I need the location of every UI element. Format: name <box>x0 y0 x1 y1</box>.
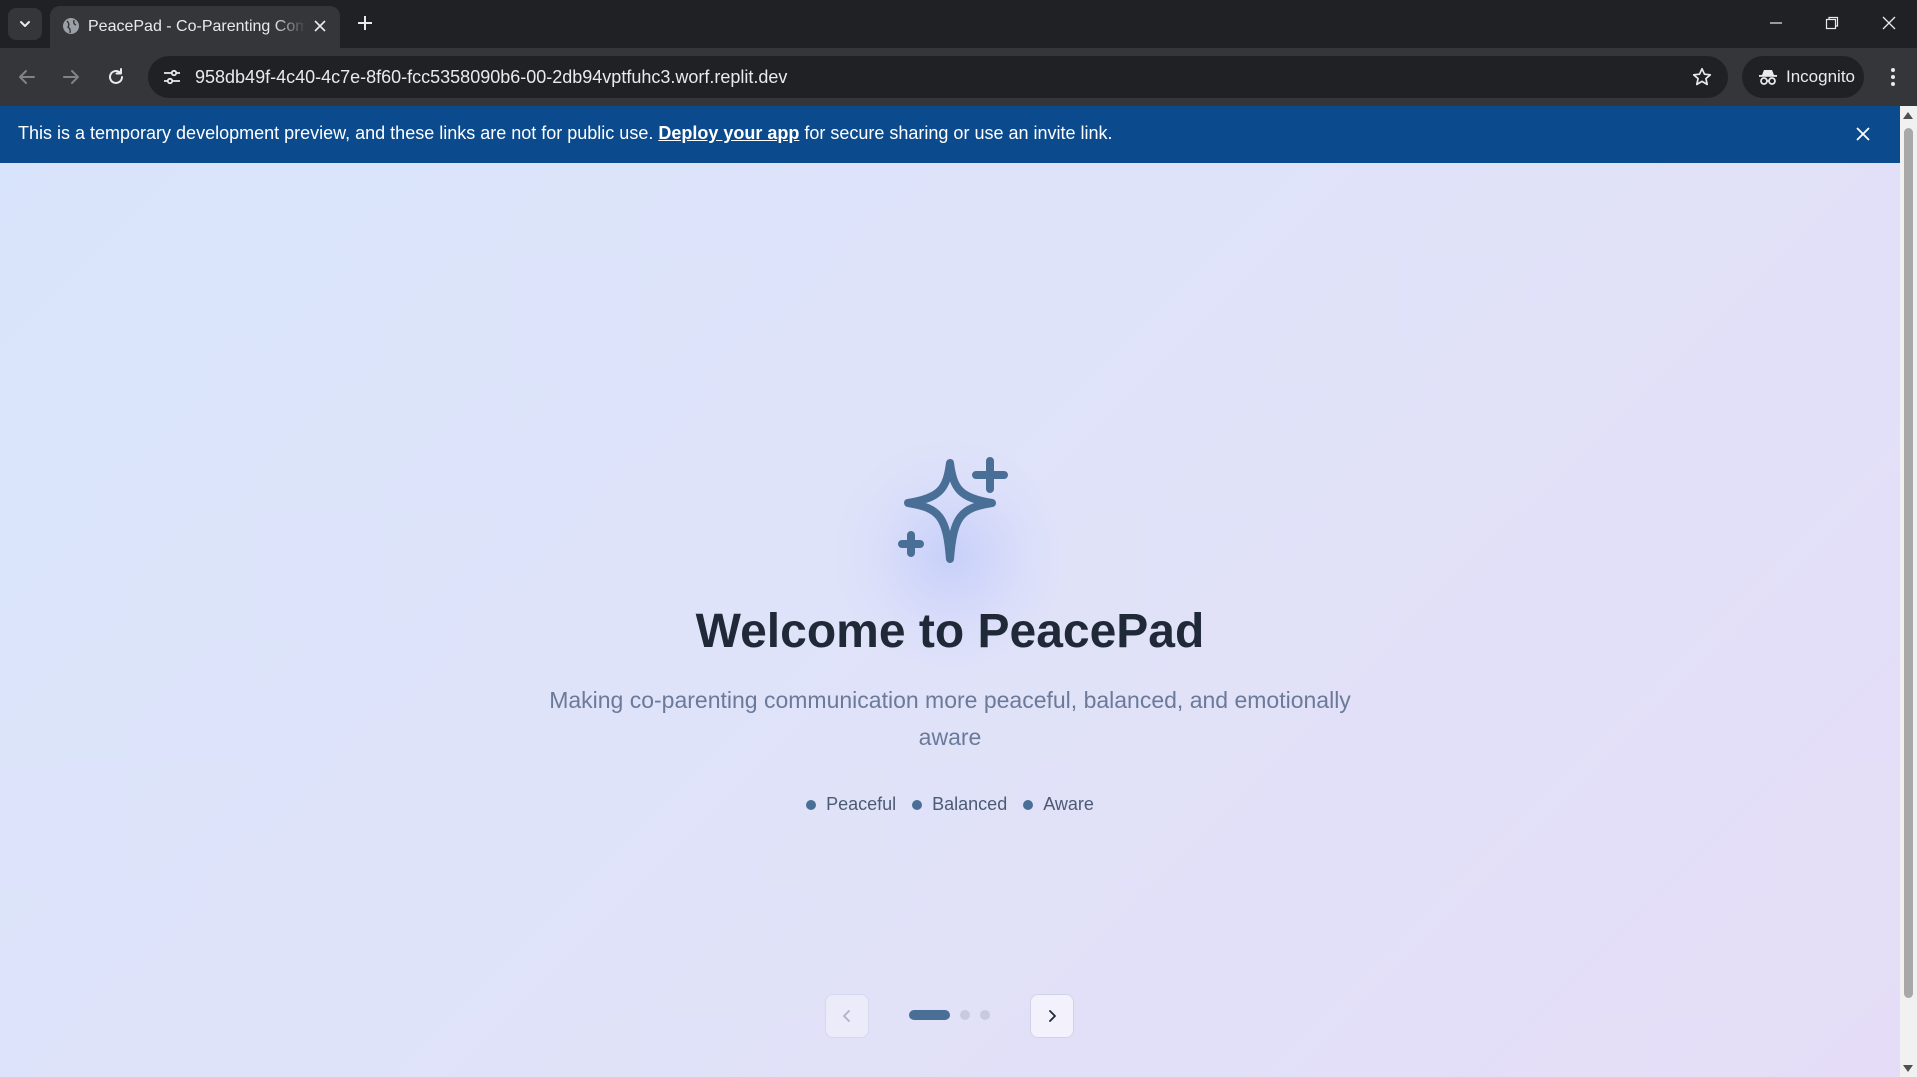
page-scrollbar[interactable] <box>1900 106 1917 1077</box>
tag-label: Aware <box>1043 794 1094 814</box>
tag-dot <box>1023 799 1034 810</box>
previous-slide-button[interactable] <box>825 994 869 1038</box>
bookmark-star-button[interactable] <box>1690 65 1714 89</box>
slide-dot-1[interactable] <box>909 1010 950 1020</box>
star-icon <box>1692 67 1712 86</box>
chevron-down-icon <box>20 21 30 27</box>
banner-text: This is a temporary development preview,… <box>18 123 1113 144</box>
browser-toolbar: 958db49f-4c40-4c7e-8f60-fcc5358090b6-00-… <box>0 48 1917 106</box>
url-text[interactable]: 958db49f-4c40-4c7e-8f60-fcc5358090b6-00-… <box>195 67 787 88</box>
deploy-your-app-link[interactable]: Deploy your app <box>658 123 799 143</box>
chevron-left-icon <box>843 1010 850 1022</box>
browser-menu-button[interactable] <box>1878 60 1908 94</box>
slide-dot-3[interactable] <box>980 1010 990 1020</box>
tab-close-button[interactable] <box>310 16 330 36</box>
slide-indicator <box>909 1010 990 1020</box>
plus-icon <box>358 16 372 30</box>
page-viewport: This is a temporary development preview,… <box>0 106 1900 1077</box>
sparkles-icon <box>898 457 1008 563</box>
slide-dot-2[interactable] <box>960 1010 970 1020</box>
sparkle-plus-large-shape <box>972 457 1008 493</box>
tag-aware: Aware <box>1023 794 1094 815</box>
restore-button[interactable] <box>1804 0 1860 46</box>
sparkle-plus-small-shape <box>898 531 924 557</box>
restore-icon <box>1825 16 1839 30</box>
scroll-down-arrow-icon[interactable] <box>1903 1065 1913 1072</box>
tag-label: Balanced <box>932 794 1008 814</box>
close-icon <box>314 20 326 32</box>
back-button[interactable] <box>10 60 44 94</box>
tab-strip: PeacePad - Co-Parenting Communication <box>0 0 1917 48</box>
tag-dot <box>912 799 923 810</box>
reload-button[interactable] <box>99 60 133 94</box>
close-icon <box>1882 16 1896 30</box>
close-icon <box>1856 127 1870 141</box>
dev-preview-banner: This is a temporary development preview,… <box>0 106 1900 163</box>
scroll-up-arrow-icon[interactable] <box>1903 112 1913 119</box>
tab-title: PeacePad - Co-Parenting Communication <box>88 18 306 35</box>
welcome-subtitle: Making co-parenting communication more p… <box>549 687 1351 750</box>
scrollbar-thumb[interactable] <box>1904 128 1913 998</box>
banner-text-before: This is a temporary development preview,… <box>18 123 659 143</box>
new-tab-button[interactable] <box>352 10 378 36</box>
window-close-button[interactable] <box>1861 0 1917 46</box>
incognito-label: Incognito <box>1786 67 1855 86</box>
incognito-indicator[interactable]: Incognito <box>1742 56 1864 98</box>
browser-tab[interactable]: PeacePad - Co-Parenting Communication <box>50 6 340 48</box>
minimize-icon <box>1770 22 1782 24</box>
chevron-right-icon <box>1049 1010 1056 1022</box>
tag-peaceful: Peaceful <box>806 794 896 815</box>
tag-balanced: Balanced <box>912 794 1007 815</box>
tag-label: Peaceful <box>826 794 897 814</box>
minimize-button[interactable] <box>1748 0 1804 46</box>
tune-icon <box>164 69 180 85</box>
incognito-icon <box>1759 70 1777 85</box>
address-bar[interactable]: 958db49f-4c40-4c7e-8f60-fcc5358090b6-00-… <box>148 56 1728 98</box>
forward-button[interactable] <box>54 60 88 94</box>
arrow-left-icon <box>19 70 35 84</box>
globe-icon <box>63 18 79 34</box>
banner-text-after: for secure sharing or use an invite link… <box>799 123 1113 143</box>
tab-search-button[interactable] <box>8 8 42 40</box>
arrow-right-icon <box>63 70 79 84</box>
site-info-button[interactable] <box>158 63 186 91</box>
more-vertical-icon <box>1891 68 1895 86</box>
welcome-title: Welcome to PeacePad <box>695 605 1205 658</box>
tag-dot <box>806 799 817 810</box>
next-slide-button[interactable] <box>1030 994 1074 1038</box>
value-tags: Peaceful Balanced Aware <box>0 794 1900 815</box>
reload-icon <box>109 68 123 84</box>
banner-close-button[interactable] <box>1851 122 1875 146</box>
